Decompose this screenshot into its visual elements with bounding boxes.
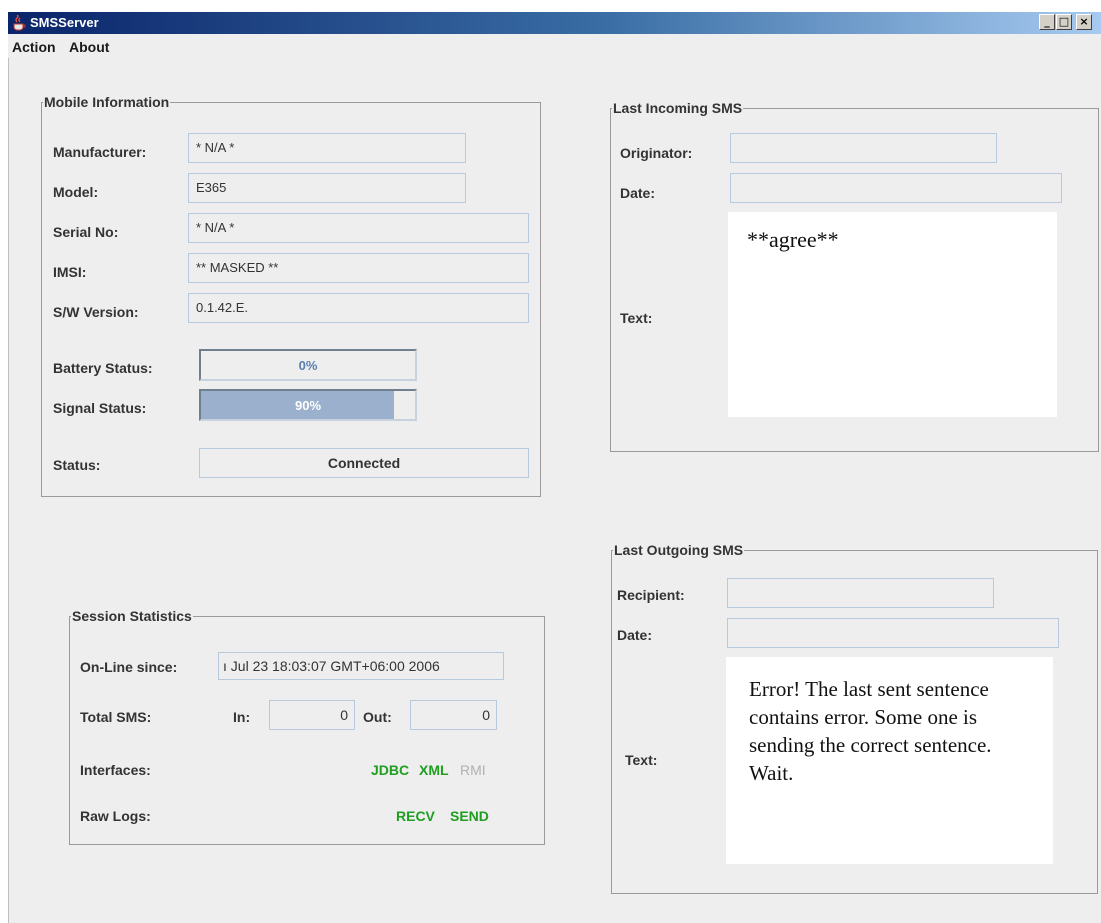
mobile-information-legend: Mobile Information (44, 94, 170, 110)
outgoing-date-field[interactable] (727, 618, 1059, 648)
model-field[interactable]: E365 (188, 173, 466, 203)
last-outgoing-sms-legend: Last Outgoing SMS (614, 542, 744, 558)
last-incoming-sms-legend: Last Incoming SMS (613, 100, 743, 116)
battery-status-label: Battery Status: (53, 360, 153, 376)
recipient-field[interactable] (727, 578, 994, 608)
battery-progress-bar: 0% (199, 349, 417, 381)
recipient-label: Recipient: (617, 587, 685, 603)
connection-status-field: Connected (199, 448, 529, 478)
menu-action[interactable]: Action (12, 39, 56, 55)
model-label: Model: (53, 184, 99, 200)
window-title: SMSServer (30, 15, 99, 30)
interface-rmi: RMI (460, 762, 486, 778)
interface-xml: XML (419, 762, 449, 778)
sms-out-label: Out: (363, 709, 392, 725)
sms-server-window: SMSServer _ □ × Action About Mobile Info… (8, 12, 1101, 923)
interface-jdbc: JDBC (371, 762, 410, 778)
raw-log-send[interactable]: SEND (450, 808, 489, 824)
maximize-button[interactable]: □ (1056, 14, 1072, 30)
status-label: Status: (53, 457, 101, 473)
incoming-date-label: Date: (620, 185, 656, 201)
online-since-label: On-Line since: (80, 659, 178, 675)
serial-label: Serial No: (53, 224, 119, 240)
total-sms-label: Total SMS: (80, 709, 152, 725)
manufacturer-field[interactable]: * N/A * (188, 133, 466, 163)
imsi-field[interactable]: ** MASKED ** (188, 253, 529, 283)
battery-progress-text: 0% (298, 358, 318, 373)
outgoing-date-label: Date: (617, 627, 653, 643)
interfaces-label: Interfaces: (80, 762, 151, 778)
menu-about[interactable]: About (69, 39, 109, 55)
imsi-label: IMSI: (53, 264, 87, 280)
java-cup-icon (11, 14, 27, 31)
sw-version-field[interactable]: 0.1.42.E. (188, 293, 529, 323)
sms-out-count: 0 (410, 700, 497, 730)
signal-progress-text: 90% (294, 398, 322, 413)
session-statistics-legend: Session Statistics (72, 608, 192, 624)
outgoing-text-label: Text: (625, 752, 658, 768)
incoming-text-label: Text: (620, 310, 653, 326)
outgoing-text-area[interactable]: Error! The last sent sentence contains e… (726, 657, 1053, 864)
sms-in-count: 0 (269, 700, 355, 730)
sms-in-label: In: (233, 709, 251, 725)
close-button[interactable]: × (1076, 14, 1092, 30)
originator-label: Originator: (620, 145, 693, 161)
window-left-border (8, 58, 9, 923)
sw-version-label: S/W Version: (53, 304, 139, 320)
minimize-button[interactable]: _ (1039, 14, 1055, 30)
originator-field[interactable] (730, 133, 997, 163)
menu-bar: Action About (8, 34, 1101, 58)
raw-logs-label: Raw Logs: (80, 808, 151, 824)
title-bar: SMSServer _ □ × (8, 12, 1101, 34)
signal-status-label: Signal Status: (53, 400, 147, 416)
online-since-field: ı Jul 23 18:03:07 GMT+06:00 2006 (218, 652, 504, 680)
signal-progress-bar: 90% (199, 389, 417, 421)
raw-log-recv[interactable]: RECV (396, 808, 435, 824)
incoming-date-field[interactable] (730, 173, 1062, 203)
incoming-text-area[interactable]: **agree** (728, 212, 1057, 417)
serial-field[interactable]: * N/A * (188, 213, 529, 243)
manufacturer-label: Manufacturer: (53, 144, 147, 160)
